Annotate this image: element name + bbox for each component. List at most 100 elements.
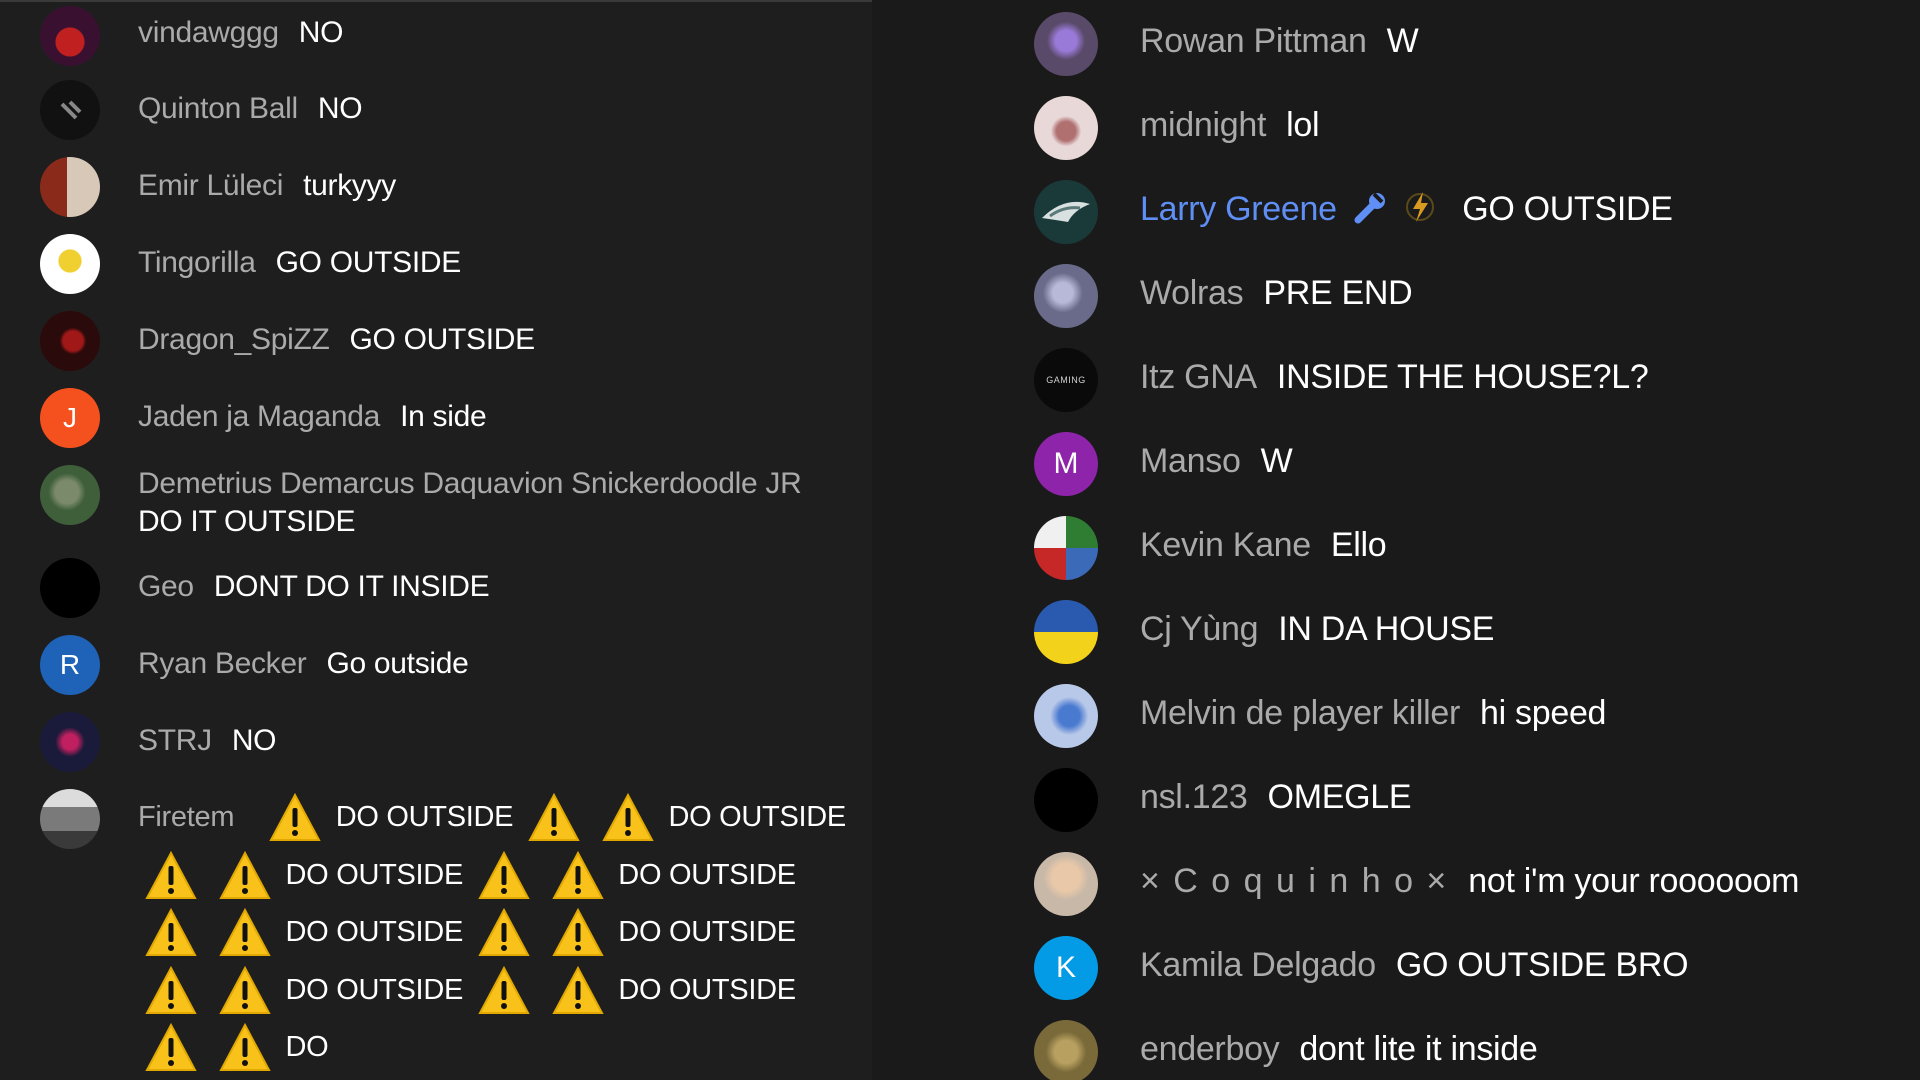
warning-sign-icon [477, 850, 531, 902]
chat-message[interactable]: Geo DONT DO IT INSIDE [40, 558, 850, 618]
message-text: DO OUTSIDE [285, 858, 464, 891]
chat-message[interactable]: midnight lol [1034, 96, 1894, 160]
warning-sign-icon [144, 1022, 198, 1074]
message-author[interactable]: Emir Lüleci [138, 169, 283, 202]
avatar[interactable] [1034, 264, 1098, 328]
avatar[interactable] [40, 80, 100, 140]
warning-sign-icon [601, 792, 655, 844]
chat-message[interactable]: Firetem DO OUTSIDE DO OUTSIDE DO OUTSIDE… [40, 789, 850, 1077]
wrench-icon [1352, 190, 1390, 232]
avatar[interactable] [1034, 12, 1098, 76]
message-text: hi speed [1480, 694, 1607, 732]
avatar[interactable]: GAMING [1034, 348, 1098, 412]
chat-message[interactable]: Melvin de player killer hi speed [1034, 684, 1894, 748]
avatar-letter: K [1055, 951, 1076, 984]
avatar[interactable]: J [40, 388, 100, 448]
message-author[interactable]: Geo [138, 570, 194, 603]
message-text: DO OUTSIDE [618, 858, 796, 891]
avatar[interactable] [1034, 852, 1098, 916]
avatar-letter: M [1053, 447, 1079, 480]
avatar[interactable]: M [1034, 432, 1098, 496]
avatar[interactable] [1034, 768, 1098, 832]
message-author[interactable]: Larry Greene [1140, 190, 1337, 228]
message-author[interactable]: Quinton Ball [138, 92, 298, 125]
avatar[interactable] [1034, 180, 1098, 244]
message-author[interactable]: × C o q u i n h o × [1140, 862, 1448, 900]
avatar[interactable] [1034, 516, 1098, 580]
message-text: GO OUTSIDE [1462, 190, 1673, 228]
warning-sign-icon [527, 792, 581, 844]
chat-message[interactable]: GAMING Itz GNA INSIDE THE HOUSE?L? [1034, 348, 1894, 412]
message-text: INSIDE THE HOUSE?L? [1276, 358, 1649, 396]
message-author[interactable]: Kamila Delgado [1140, 946, 1376, 984]
avatar[interactable] [1034, 96, 1098, 160]
avatar[interactable]: R [40, 635, 100, 695]
message-author[interactable]: Manso [1140, 442, 1241, 480]
message-author[interactable]: nsl.123 [1140, 778, 1248, 816]
chat-message[interactable]: Larry Greene GO OUTSIDE [1034, 180, 1894, 244]
chat-message[interactable]: K Kamila Delgado GO OUTSIDE BRO [1034, 936, 1894, 1000]
message-text: DO OUTSIDE [668, 801, 846, 833]
chat-message[interactable]: Tingorilla GO OUTSIDE [40, 234, 850, 294]
message-author[interactable]: Ryan Becker [138, 647, 307, 680]
chat-message[interactable]: vindawggg NO [40, 6, 850, 66]
chat-message[interactable]: R Ryan Becker Go outside [40, 635, 850, 695]
chat-message[interactable]: Cj Yùng IN DA HOUSE [1034, 600, 1894, 664]
avatar[interactable] [40, 712, 100, 772]
warning-sign-icon [218, 1022, 272, 1074]
warning-sign-icon [268, 792, 322, 844]
chat-message[interactable]: Demetrius Demarcus Daquavion Snickerdood… [40, 465, 850, 541]
warning-sign-icon [218, 907, 272, 959]
chat-message[interactable]: J Jaden ja Maganda In side [40, 388, 850, 448]
chat-message[interactable]: enderboy dont lite it inside [1034, 1020, 1894, 1080]
message-author[interactable]: midnight [1140, 106, 1266, 144]
message-text: DONT DO IT INSIDE [213, 570, 490, 603]
chat-message[interactable]: M Manso W [1034, 432, 1894, 496]
chat-message[interactable]: nsl.123 OMEGLE [1034, 768, 1894, 832]
message-author[interactable]: Melvin de player killer [1140, 694, 1460, 732]
message-author[interactable]: Tingorilla [138, 246, 256, 279]
avatar[interactable] [1034, 600, 1098, 664]
message-text: NO [231, 724, 277, 757]
avatar[interactable] [40, 465, 100, 525]
avatar-letter: R [59, 649, 81, 680]
avatar[interactable] [40, 6, 100, 66]
warning-sign-icon [144, 965, 198, 1017]
warning-sign-icon [144, 850, 198, 902]
chat-message[interactable]: Quinton Ball NO [40, 80, 850, 140]
message-text: OMEGLE [1267, 778, 1412, 816]
message-author[interactable]: Wolras [1140, 274, 1244, 312]
avatar[interactable] [1034, 684, 1098, 748]
avatar[interactable] [1034, 1020, 1098, 1080]
message-text: DO [285, 1031, 329, 1063]
message-author[interactable]: Cj Yùng [1140, 610, 1259, 648]
message-text: GO OUTSIDE [349, 323, 536, 356]
message-text: dont lite it inside [1299, 1030, 1538, 1068]
avatar[interactable] [40, 157, 100, 217]
message-author[interactable]: Kevin Kane [1140, 526, 1311, 564]
avatar[interactable] [40, 558, 100, 618]
chat-message[interactable]: Rowan Pittman W [1034, 12, 1894, 76]
message-author[interactable]: Rowan Pittman [1140, 22, 1367, 60]
chat-message[interactable]: Kevin Kane Ello [1034, 516, 1894, 580]
message-author[interactable]: STRJ [138, 724, 212, 757]
chat-message[interactable]: Wolras PRE END [1034, 264, 1894, 328]
message-author[interactable]: vindawggg [138, 16, 279, 49]
avatar[interactable] [40, 234, 100, 294]
avatar[interactable] [40, 311, 100, 371]
chat-message[interactable]: Emir Lüleci turkyyy [40, 157, 850, 217]
warning-sign-icon [144, 907, 198, 959]
message-author[interactable]: Itz GNA [1140, 358, 1257, 396]
chat-message[interactable]: Dragon_SpiZZ GO OUTSIDE [40, 311, 850, 371]
chat-message[interactable]: × C o q u i n h o × not i'm your roooooom [1034, 852, 1894, 916]
warning-sign-icon [477, 965, 531, 1017]
avatar[interactable]: K [1034, 936, 1098, 1000]
eagle-logo-icon [1042, 201, 1090, 222]
message-author[interactable]: Dragon_SpiZZ [138, 323, 330, 356]
message-author[interactable]: Demetrius Demarcus Daquavion Snickerdood… [138, 467, 802, 500]
avatar[interactable] [40, 789, 100, 849]
chat-message[interactable]: STRJ NO [40, 712, 850, 772]
message-author[interactable]: enderboy [1140, 1030, 1280, 1068]
message-author[interactable]: Jaden ja Maganda [138, 400, 380, 433]
message-author[interactable]: Firetem [138, 801, 234, 833]
